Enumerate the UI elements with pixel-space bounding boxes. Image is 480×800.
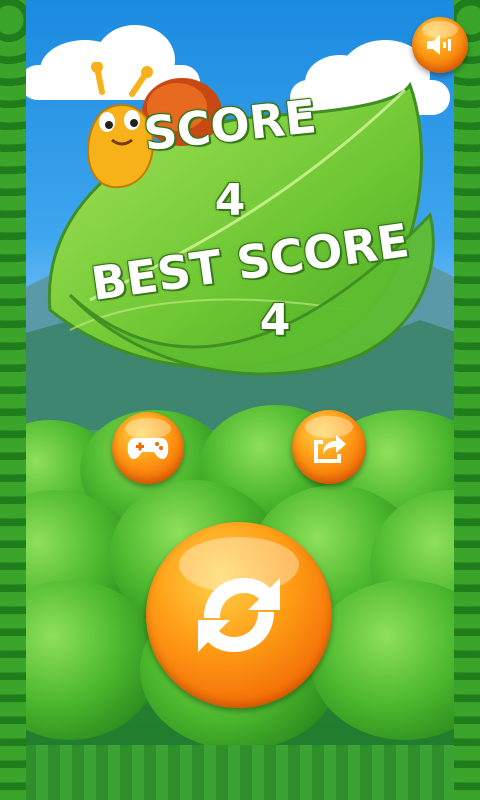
replay-icon [198,578,280,652]
more-games-button[interactable] [112,412,184,484]
sound-button[interactable] [412,17,468,73]
best-score-value: 4 [259,295,291,346]
gamepad-icon [127,438,169,460]
game-over-screen: SCORE 4 BEST SCORE 4 [0,0,480,800]
share-button[interactable] [292,410,366,484]
replay-button[interactable] [146,522,332,708]
ground [0,745,480,800]
share-icon [314,435,346,463]
speaker-icon [427,35,451,55]
